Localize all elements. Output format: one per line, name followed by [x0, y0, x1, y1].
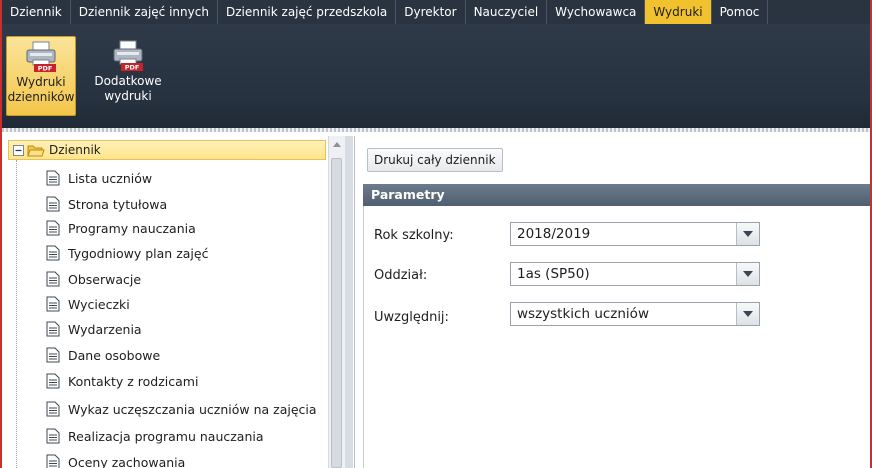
document-icon: [46, 296, 60, 312]
tree-item-label: Programy nauczania: [68, 220, 196, 236]
ribbon-toolbar: PDF Wydruki dzienników PDF Dodatkowe wyd…: [2, 24, 870, 128]
rok-szkolny-select[interactable]: 2018/2019: [510, 222, 760, 246]
chevron-down-icon[interactable]: [736, 223, 759, 245]
menu-tab-wydruki[interactable]: Wydruki: [645, 0, 712, 24]
select-value: wszystkich uczniów: [517, 306, 649, 322]
tree-item-lista-uczniow[interactable]: Lista uczniów: [46, 166, 152, 190]
tree-item-label: Obserwacje: [68, 271, 142, 287]
tree-item-programy-nauczania[interactable]: Programy nauczania: [46, 216, 196, 240]
ribbon-button-dodatkowe-wydruki[interactable]: PDF Dodatkowe wydruki: [90, 36, 166, 116]
field-label-oddzial: Oddział:: [374, 268, 428, 283]
tree-item-tygodniowy-plan-zajec[interactable]: Tygodniowy plan zajęć: [46, 241, 208, 265]
tree-item-label: Lista uczniów: [68, 170, 153, 186]
print-parameters-panel: Drukuj cały dziennik Parametry Rok szkol…: [354, 136, 870, 468]
tree-item-wycieczki[interactable]: Wycieczki: [46, 292, 130, 316]
tree-item-dane-osobowe[interactable]: Dane osobowe: [46, 343, 160, 367]
printer-pdf-icon: PDF: [113, 40, 143, 72]
svg-text:PDF: PDF: [125, 64, 140, 72]
collapse-icon[interactable]: [13, 144, 24, 156]
field-label-uwzglednij: Uwzględnij:: [374, 310, 449, 325]
menu-tab-dyrektor[interactable]: Dyrektor: [396, 0, 466, 24]
document-icon: [46, 428, 60, 444]
tree-item-kontakty-z-rodzicami[interactable]: Kontakty z rodzicami: [46, 369, 198, 393]
tree-item-label: Tygodniowy plan zajęć: [68, 245, 209, 261]
document-icon: [46, 401, 60, 417]
tree-item-oceny-zachowania[interactable]: Oceny zachowania: [46, 450, 185, 468]
tree-item-label: Wydarzenia: [68, 321, 142, 337]
tree-item-label: Wycieczki: [68, 296, 130, 312]
document-icon: [46, 347, 60, 363]
tree-scrollbar[interactable]: [328, 136, 345, 468]
document-icon: [46, 454, 60, 468]
tree-item-label: Oceny zachowania: [68, 454, 186, 468]
document-icon: [46, 196, 60, 212]
tree-root-dziennik[interactable]: Dziennik: [8, 140, 326, 160]
ribbon-button-label-line1: Dodatkowe: [94, 74, 162, 88]
parameters-header: Parametry: [363, 184, 870, 206]
uwzglednij-select[interactable]: wszystkich uczniów: [510, 302, 760, 326]
menu-bar-filler: [768, 0, 870, 24]
panel-splitter[interactable]: [345, 136, 353, 468]
document-icon: [46, 220, 60, 236]
tree-item-label: Realizacja programu nauczania: [68, 428, 264, 444]
ribbon-button-label-line2: dzienników: [7, 90, 75, 104]
document-icon: [46, 321, 60, 337]
select-value: 1as (SP50): [517, 266, 590, 282]
svg-text:PDF: PDF: [38, 65, 53, 73]
tree-item-label: Wykaz uczęszczania uczniów na zajęcia: [68, 401, 317, 417]
document-icon: [46, 245, 60, 261]
field-label-rok-szkolny: Rok szkolny:: [374, 228, 454, 243]
tree-item-realizacja-programu[interactable]: Realizacja programu nauczania: [46, 424, 264, 448]
menu-tab-wychowawca[interactable]: Wychowawca: [547, 0, 646, 24]
document-icon: [46, 170, 60, 186]
ribbon-separator: [2, 128, 870, 132]
menu-tab-pomoc[interactable]: Pomoc: [712, 0, 769, 24]
tree-item-label: Dane osobowe: [68, 347, 161, 363]
document-icon: [46, 271, 60, 287]
menu-tab-dziennik[interactable]: Dziennik: [2, 0, 71, 24]
folder-open-icon: [27, 145, 45, 156]
tree-item-wykaz-uczeszczania[interactable]: Wykaz uczęszczania uczniów na zajęcia: [46, 397, 317, 421]
menu-tab-dziennik-zajec-przedszkola[interactable]: Dziennik zajęć przedszkola: [218, 0, 397, 24]
ribbon-button-label-line2: wydruki: [104, 89, 152, 103]
tree-item-wydarzenia[interactable]: Wydarzenia: [46, 317, 142, 341]
app-frame: Dziennik Dziennik zajęć innych Dziennik …: [2, 0, 870, 468]
parameters-body: Rok szkolny: 2018/2019 Oddział: 1as (SP5…: [363, 206, 870, 468]
tree-item-label: Strona tytułowa: [68, 196, 168, 212]
document-icon: [46, 373, 60, 389]
chevron-down-icon[interactable]: [736, 303, 759, 325]
ribbon-button-label-line1: Wydruki: [16, 75, 66, 89]
select-value: 2018/2019: [517, 226, 591, 242]
tree-guide-line: [16, 160, 17, 468]
tree-item-label: Kontakty z rodzicami: [68, 373, 199, 389]
menu-tab-dziennik-zajec-innych[interactable]: Dziennik zajęć innych: [71, 0, 218, 24]
ribbon-button-wydruki-dziennikow[interactable]: PDF Wydruki dzienników: [6, 36, 76, 116]
scroll-thumb[interactable]: [331, 158, 342, 468]
oddzial-select[interactable]: 1as (SP50): [510, 262, 760, 286]
tree-item-strona-tytulowa[interactable]: Strona tytułowa: [46, 192, 167, 216]
print-whole-journal-button[interactable]: Drukuj cały dziennik: [367, 148, 503, 172]
printer-pdf-icon: PDF: [26, 41, 56, 73]
menu-tab-nauczyciel[interactable]: Nauczyciel: [466, 0, 548, 24]
tree-item-obserwacje[interactable]: Obserwacje: [46, 267, 141, 291]
chevron-down-icon[interactable]: [736, 263, 759, 285]
scroll-up-arrow-icon[interactable]: [333, 142, 341, 147]
top-menu-bar: Dziennik Dziennik zajęć innych Dziennik …: [2, 0, 870, 24]
document-tree: Dziennik Lista uczniów Strona tytułowa P…: [6, 136, 345, 468]
tree-root-label: Dziennik: [49, 143, 101, 157]
